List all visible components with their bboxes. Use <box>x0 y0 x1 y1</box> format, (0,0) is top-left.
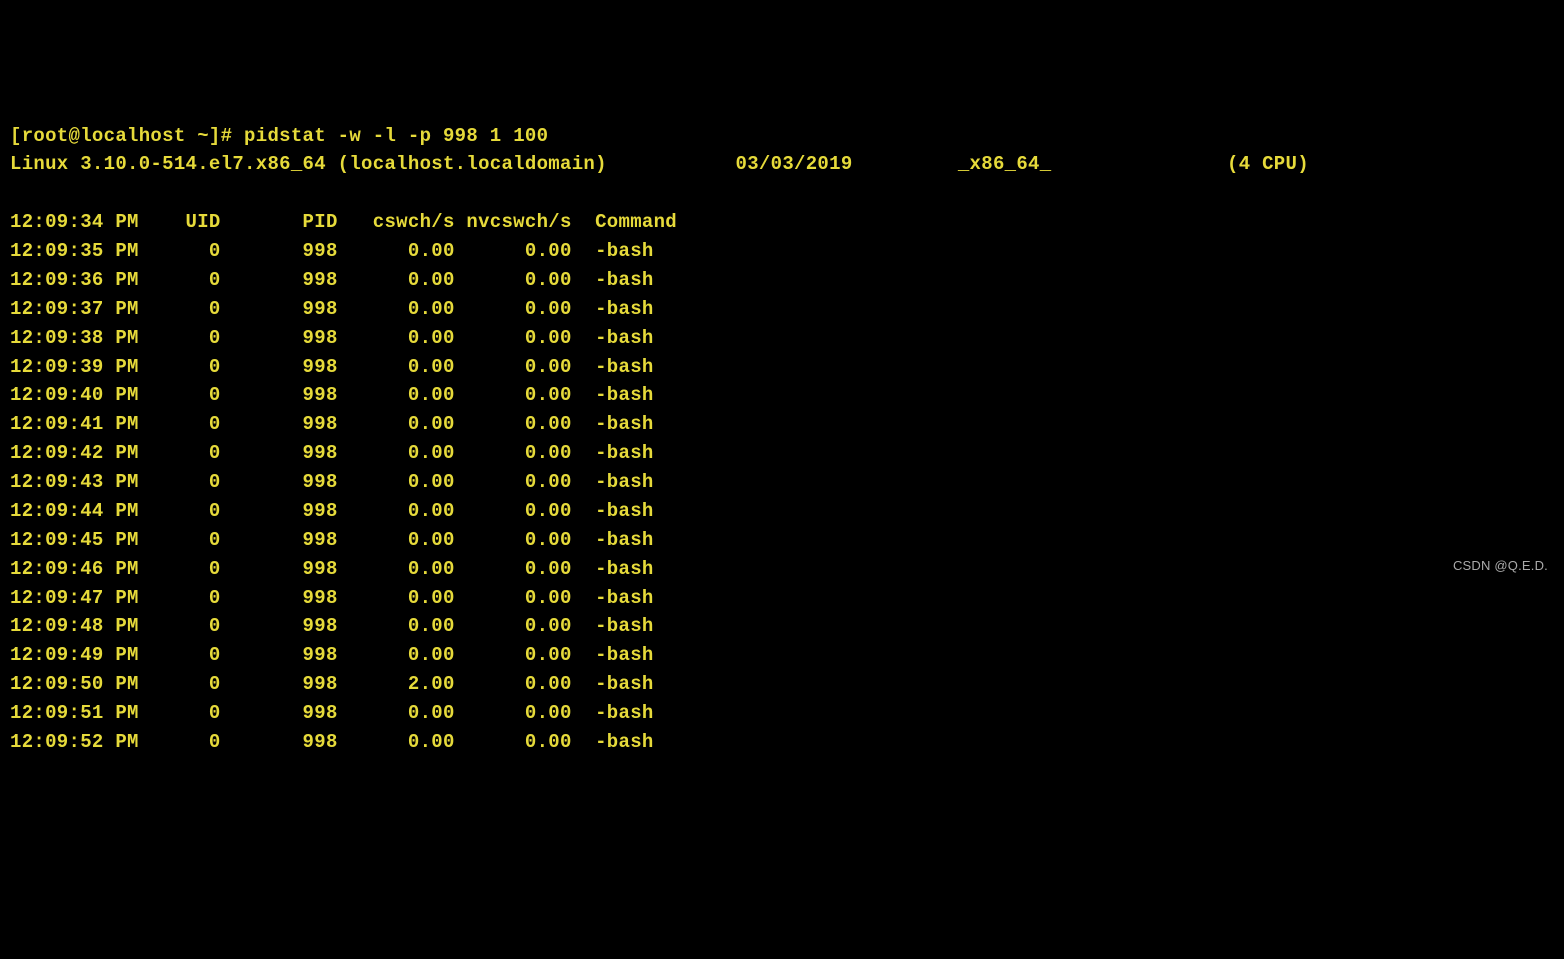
table-row: 12:09:48 PM 0 998 0.00 0.00 -bash <box>10 612 1554 641</box>
table-row: 12:09:35 PM 0 998 0.00 0.00 -bash <box>10 237 1554 266</box>
table-row: 12:09:44 PM 0 998 0.00 0.00 -bash <box>10 497 1554 526</box>
table-row: 12:09:49 PM 0 998 0.00 0.00 -bash <box>10 641 1554 670</box>
table-body: 12:09:35 PM 0 998 0.00 0.00 -bash12:09:3… <box>10 237 1554 757</box>
sysinfo-line: Linux 3.10.0-514.el7.x86_64 (localhost.l… <box>10 150 1554 179</box>
shell-prompt: [root@localhost ~]# <box>10 125 244 147</box>
blank-line <box>10 179 1554 208</box>
table-row: 12:09:51 PM 0 998 0.00 0.00 -bash <box>10 699 1554 728</box>
table-row: 12:09:42 PM 0 998 0.00 0.00 -bash <box>10 439 1554 468</box>
table-row: 12:09:46 PM 0 998 0.00 0.00 -bash <box>10 555 1554 584</box>
table-row: 12:09:39 PM 0 998 0.00 0.00 -bash <box>10 353 1554 382</box>
command-text: pidstat -w -l -p 998 1 100 <box>244 125 548 147</box>
table-header: 12:09:34 PM UID PID cswch/s nvcswch/s Co… <box>10 208 1554 237</box>
table-row: 12:09:37 PM 0 998 0.00 0.00 -bash <box>10 295 1554 324</box>
table-row: 12:09:45 PM 0 998 0.00 0.00 -bash <box>10 526 1554 555</box>
table-row: 12:09:38 PM 0 998 0.00 0.00 -bash <box>10 324 1554 353</box>
table-row: 12:09:52 PM 0 998 0.00 0.00 -bash <box>10 728 1554 757</box>
table-row: 12:09:50 PM 0 998 2.00 0.00 -bash <box>10 670 1554 699</box>
table-row: 12:09:47 PM 0 998 0.00 0.00 -bash <box>10 584 1554 613</box>
table-row: 12:09:40 PM 0 998 0.00 0.00 -bash <box>10 381 1554 410</box>
table-row: 12:09:43 PM 0 998 0.00 0.00 -bash <box>10 468 1554 497</box>
table-row: 12:09:36 PM 0 998 0.00 0.00 -bash <box>10 266 1554 295</box>
command-line[interactable]: [root@localhost ~]# pidstat -w -l -p 998… <box>10 122 1554 151</box>
table-row: 12:09:41 PM 0 998 0.00 0.00 -bash <box>10 410 1554 439</box>
watermark: CSDN @Q.E.D. <box>1453 556 1548 576</box>
